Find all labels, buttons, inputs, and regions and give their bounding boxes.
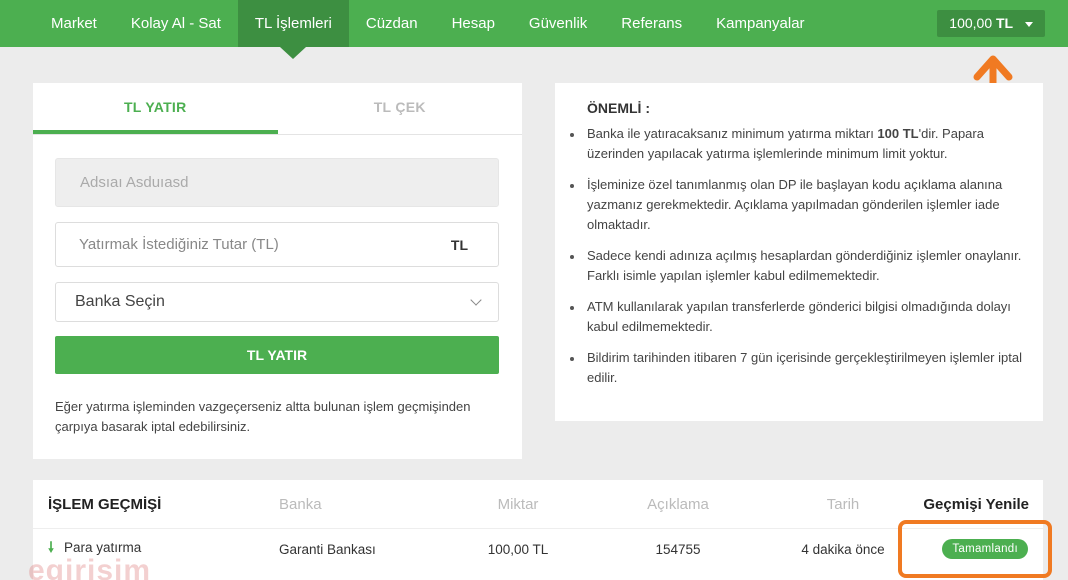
- row-description: 154755: [655, 541, 701, 557]
- bank-select[interactable]: Banka Seçin: [55, 282, 499, 322]
- info-list: Banka ile yatıracaksanız minimum yatırma…: [570, 124, 1031, 388]
- info-item-text: Banka ile yatıracaksanız minimum yatırma…: [587, 126, 878, 141]
- nav-item-market[interactable]: Market: [0, 0, 114, 47]
- column-header-bank: Banka: [279, 495, 322, 513]
- status-badge: Tamamlandı: [942, 539, 1028, 559]
- amount-unit: TL: [450, 236, 468, 253]
- important-info-panel: ÖNEMLİ : Banka ile yatıracaksanız minimu…: [555, 83, 1043, 421]
- cancel-note: Eğer yatırma işleminden vazgeçerseniz al…: [55, 399, 471, 434]
- refresh-history-link[interactable]: Geçmişi Yenile: [923, 496, 1043, 513]
- info-item-atm: ATM kullanılarak yapılan transferlerde g…: [570, 297, 1031, 337]
- row-bank: Garanti Bankası: [279, 541, 376, 557]
- arrow-down-icon: 🠗: [48, 539, 55, 555]
- balance-currency: TL: [996, 15, 1014, 31]
- info-title: ÖNEMLİ :: [587, 100, 650, 116]
- balance-dropdown[interactable]: 100,00 TL: [937, 10, 1045, 37]
- tab-tl-cek[interactable]: TL ÇEK: [278, 83, 523, 134]
- transaction-history: İŞLEM GEÇMİŞİ Banka Miktar Açıklama Tari…: [33, 480, 1043, 580]
- info-item-expiry: Bildirim tarihinden itibaren 7 gün içeri…: [570, 348, 1031, 388]
- info-item-own-account: Sadece kendi adınıza açılmış hesaplardan…: [570, 246, 1031, 286]
- tab-tl-yatir[interactable]: TL YATIR: [33, 83, 278, 134]
- deposit-submit-button[interactable]: TL YATIR: [55, 336, 499, 374]
- row-type-label: Para yatırma: [64, 540, 142, 555]
- nav-item-cuzdan[interactable]: Cüzdan: [349, 0, 435, 47]
- row-date: 4 dakika önce: [801, 541, 885, 557]
- row-type: 🠗 Para yatırma: [33, 537, 263, 561]
- top-navigation: Market Kolay Al - Sat TL İşlemleri Cüzda…: [0, 0, 1068, 59]
- deposit-panel: TL YATIR TL ÇEK Adsıaı Asduıasd Yatırmak…: [33, 83, 522, 459]
- nav-item-hesap[interactable]: Hesap: [435, 0, 512, 47]
- nav-item-kolay-al-sat[interactable]: Kolay Al - Sat: [114, 0, 238, 47]
- history-header: İŞLEM GEÇMİŞİ Banka Miktar Açıklama Tari…: [33, 480, 1043, 529]
- balance-amount: 100,00: [949, 15, 993, 31]
- caret-down-icon: [1025, 21, 1033, 27]
- row-amount: 100,00 TL: [487, 541, 549, 557]
- chevron-down-icon: [470, 294, 482, 306]
- nav-item-guvenlik[interactable]: Güvenlik: [512, 0, 604, 47]
- table-row: 🠗 Para yatırma Garanti Bankası 100,00 TL …: [33, 529, 1043, 569]
- nav-item-kampanyalar[interactable]: Kampanyalar: [699, 0, 821, 47]
- account-name-field: Adsıaı Asduıasd: [55, 158, 499, 207]
- amount-placeholder: Yatırmak İstediğiniz Tutar (TL): [79, 236, 279, 253]
- amount-input[interactable]: Yatırmak İstediğiniz Tutar (TL) TL: [55, 222, 499, 267]
- info-item-bold: 100 TL: [877, 126, 919, 141]
- row-status: Tamamlandı: [923, 539, 1043, 559]
- bank-select-value: Banka Seçin: [75, 293, 165, 310]
- deposit-tabs: TL YATIR TL ÇEK: [33, 83, 522, 135]
- column-header-date: Tarih: [826, 495, 860, 513]
- history-title: İŞLEM GEÇMİŞİ: [48, 495, 162, 513]
- column-header-amount: Miktar: [497, 495, 539, 513]
- nav-item-referans[interactable]: Referans: [604, 0, 699, 47]
- account-name-value: Adsıaı Asduıasd: [80, 174, 189, 191]
- info-item-min-amount: Banka ile yatıracaksanız minimum yatırma…: [570, 124, 1031, 164]
- nav-item-tl-islemleri[interactable]: TL İşlemleri: [237, 0, 349, 59]
- column-header-description: Açıklama: [647, 495, 709, 513]
- info-item-dp-code: İşleminize özel tanımlanmış olan DP ile …: [570, 175, 1031, 235]
